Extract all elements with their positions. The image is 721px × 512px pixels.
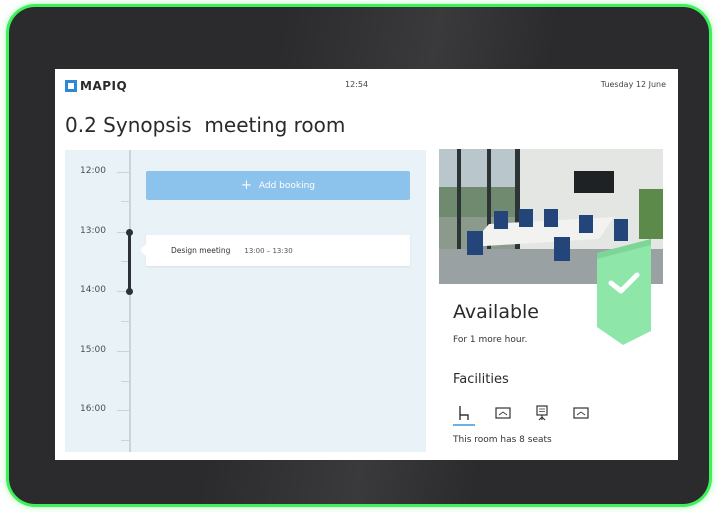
hour-label: 14:00 [80, 285, 106, 295]
hour-label: 13:00 [80, 226, 106, 236]
flipchart-icon[interactable] [531, 402, 553, 424]
seat-count-text: This room has 8 seats [453, 435, 552, 445]
add-booking-label: Add booking [258, 180, 316, 191]
add-booking-button[interactable]: + Add booking [146, 171, 410, 200]
hour-tick [117, 351, 129, 352]
hour-label: 12:00 [80, 166, 106, 176]
availability-duration: For 1 more hour. [453, 335, 528, 345]
chair-icon[interactable] [453, 402, 475, 426]
booking-card[interactable]: Design meeting 13:00 – 13:30 [140, 235, 410, 266]
booking-timeline[interactable]: 12:00 13:00 14:00 15:00 16:00 + Add book… [65, 150, 426, 452]
status-flag [593, 235, 653, 345]
half-hour-tick [121, 440, 129, 441]
half-hour-tick [121, 201, 129, 202]
busy-start-dot [126, 229, 133, 236]
hour-tick [117, 172, 129, 173]
hour-label: 16:00 [80, 404, 106, 414]
logo-mark-icon [65, 80, 77, 92]
page-title: 0.2 Synopsis meeting room [65, 113, 346, 137]
screen-icon[interactable] [570, 402, 592, 424]
current-date: Tuesday 12 June [600, 80, 666, 89]
display-icon[interactable] [492, 402, 514, 424]
timeline-axis [129, 150, 131, 452]
hour-tick [117, 410, 129, 411]
current-time: 12:54 [345, 80, 369, 89]
half-hour-tick [121, 381, 129, 382]
booking-title: Design meeting [171, 246, 231, 255]
plus-icon: + [240, 178, 252, 193]
facilities-icon-row [453, 402, 609, 426]
hour-label: 15:00 [80, 345, 106, 355]
availability-status: Available [453, 301, 540, 323]
app-logo: MAPIQ [65, 79, 127, 93]
room-display-screen: MAPIQ 12:54 Tuesday 12 June 0.2 Synopsis… [55, 69, 678, 460]
facilities-heading: Facilities [453, 372, 509, 387]
half-hour-tick [121, 321, 129, 322]
busy-end-dot [126, 288, 133, 295]
busy-indicator-line [128, 232, 131, 292]
booking-time: 13:00 – 13:30 [244, 246, 293, 255]
logo-text: MAPIQ [80, 79, 128, 93]
